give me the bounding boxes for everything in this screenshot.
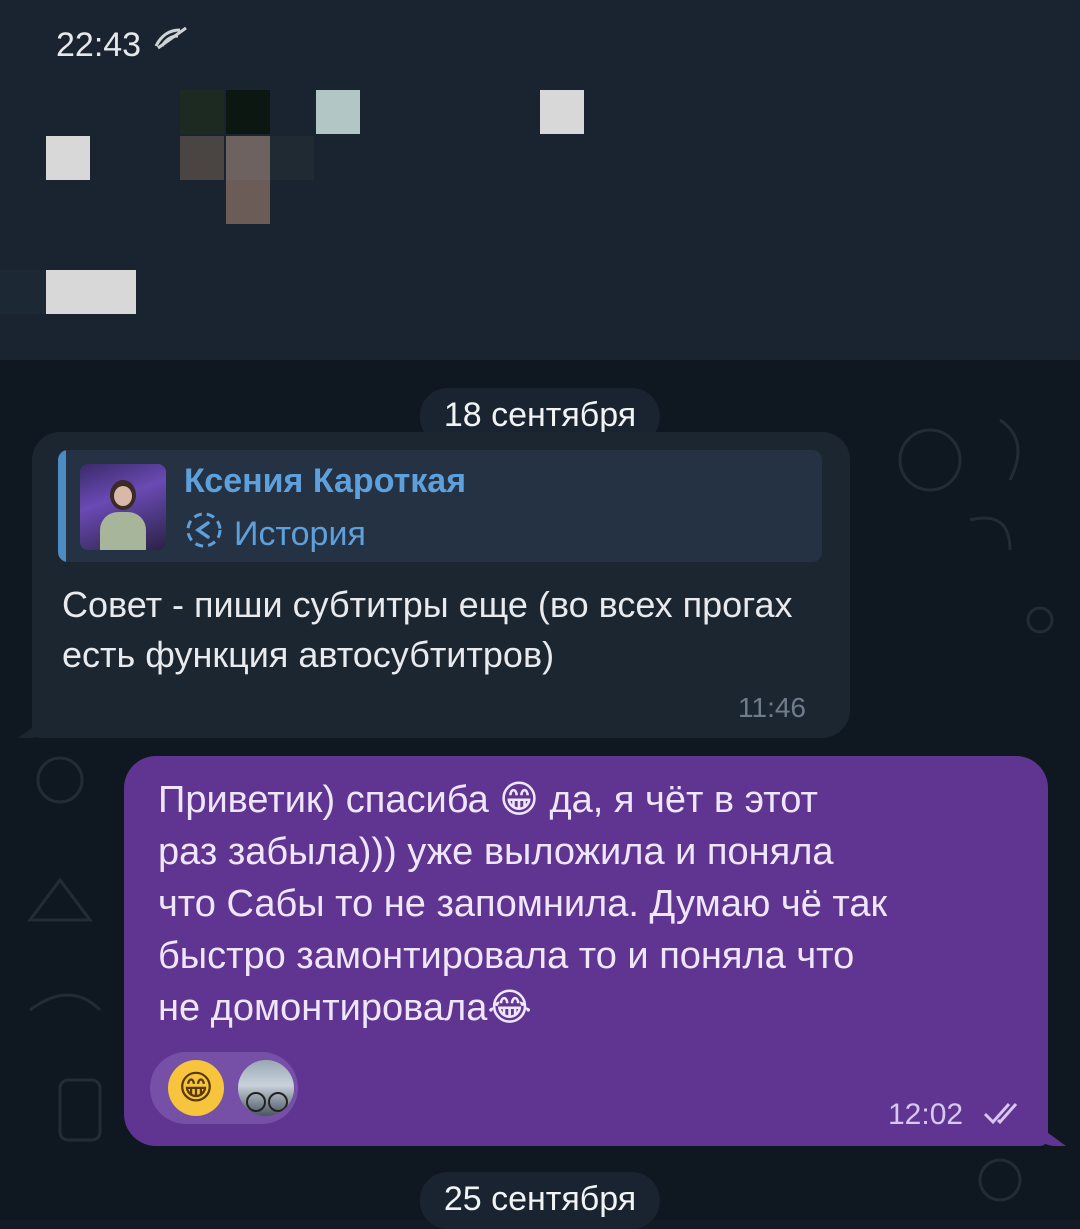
double-check-icon [982,1098,1028,1133]
incoming-message-text: Совет - пиши субтитры еще (во всех прога… [62,584,793,675]
story-reply-preview[interactable]: Ксения Кароткая История [58,450,822,562]
censored-block [316,90,360,134]
date-separator: 25 сентября [419,1172,661,1229]
censored-block [0,270,46,314]
censored-block [540,90,584,134]
censored-block [226,90,270,134]
censored-block [180,136,224,180]
reaction-emoji[interactable]: 😁 [168,1060,224,1116]
message-line: быстро замонтировала то и поняла что [158,935,855,977]
censored-block [180,90,224,134]
message-line: раз забыла))) уже выложила и поняла [158,831,834,873]
incoming-message-time: 11:46 [738,692,806,723]
reply-sender-name: Ксения Кароткая [184,462,467,500]
reply-accent-bar [58,450,66,562]
outgoing-message-time: 12:02 [888,1098,964,1131]
status-bar-time: 22:43 [56,26,142,64]
censored-block [270,136,314,180]
censored-block [226,180,270,224]
censored-block [46,270,136,314]
story-reply-icon [184,510,224,559]
censored-block [226,136,270,180]
message-line: Приветик) спасиба 😁 да, я чёт в этот [158,779,818,821]
chat-header: 22:43 [0,0,1080,390]
message-line: что Сабы то не запомнила. Думаю чё так [158,883,888,925]
outgoing-message-text: Приветик) спасиба 😁 да, я чёт в этот раз… [158,774,1028,1034]
reply-label-text: История [234,515,366,553]
story-thumbnail [80,464,166,550]
censored-block [46,136,90,180]
reply-label: История [184,510,366,559]
signal-wifi-icon [152,26,192,56]
reaction-user-avatar[interactable] [238,1060,294,1116]
message-line: не домонтировала😂 [158,987,532,1029]
